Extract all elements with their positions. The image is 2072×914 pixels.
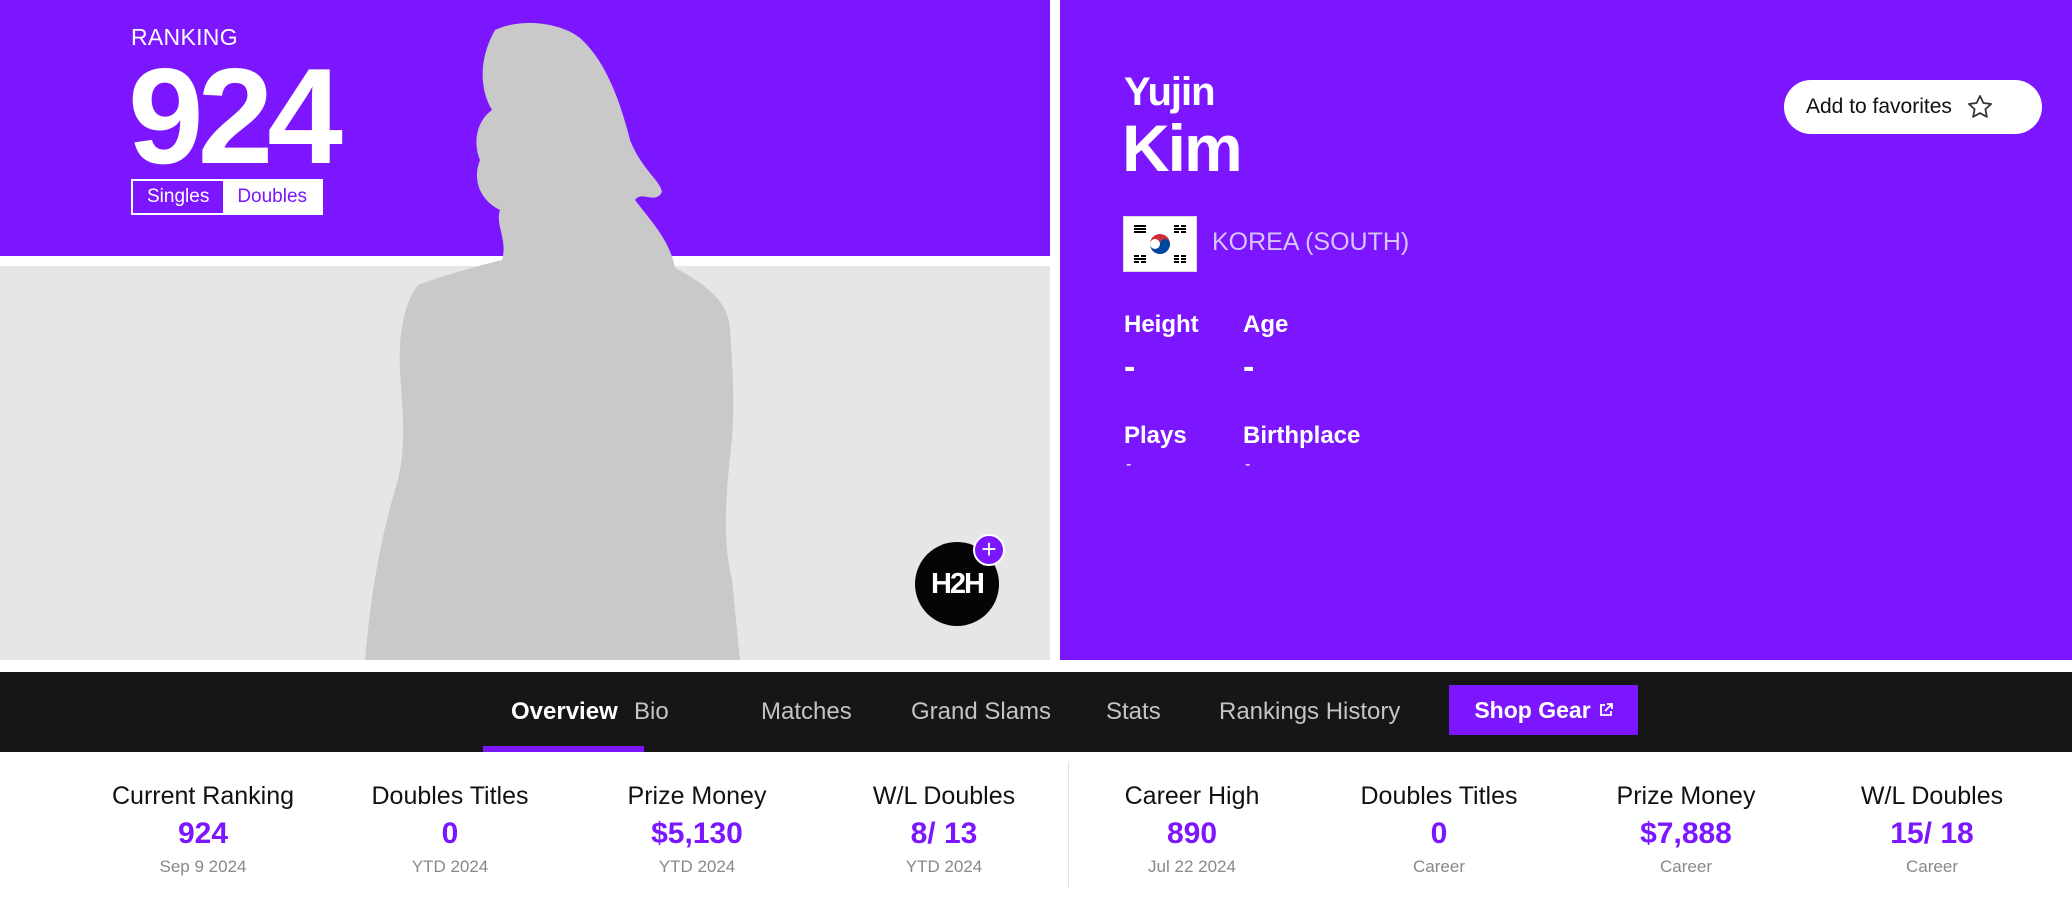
stat-value: 8/ 13 [910,817,978,850]
stat-label: Prize Money [1616,782,1756,810]
stat-wl-doubles-ytd: W/L Doubles 8/ 13 YTD 2024 [824,782,1064,877]
stat-current-ranking: Current Ranking 924 Sep 9 2024 [83,782,323,877]
age-label: Age [1243,311,1289,338]
stats-summary: Current Ranking 924 Sep 9 2024 Doubles T… [0,752,2072,914]
stat-label: W/L Doubles [872,782,1016,810]
stat-doubles-titles-ytd: Doubles Titles 0 YTD 2024 [330,782,570,877]
player-country: KOREA (SOUTH) [1212,228,1410,256]
toggle-singles[interactable]: Singles [133,181,224,213]
stat-doubles-titles-career: Doubles Titles 0 Career [1319,782,1559,877]
ranking-value: 924 [128,40,343,192]
stat-sub: YTD 2024 [905,857,983,876]
toggle-doubles[interactable]: Doubles [223,181,322,213]
tab-bio[interactable]: Bio [634,672,669,752]
stat-value: $5,130 [651,817,743,850]
plus-icon[interactable]: + [973,534,1005,566]
stat-value: 0 [1430,817,1448,850]
plays-label: Plays [1124,422,1187,449]
profile-tab-bar: Overview Bio Matches Grand Slams Stats R… [0,672,2072,752]
stat-prize-money-career: Prize Money $7,888 Career [1566,782,1806,877]
height-label: Height [1124,311,1199,338]
stat-label: Current Ranking [111,782,295,810]
stat-label: Doubles Titles [1360,782,1518,810]
shop-gear-label: Shop Gear [1474,696,1591,723]
stat-sub: Career [1413,857,1465,876]
stat-sub: YTD 2024 [411,857,489,876]
tab-grand-slams[interactable]: Grand Slams [911,672,1051,752]
stat-sub: Career [1660,857,1712,876]
stat-sub: Career [1906,857,1958,876]
birthplace-value: - [1245,456,1251,473]
player-last-name: Kim [1122,111,1243,185]
add-to-favorites-button[interactable]: Add to favorites [1784,80,2042,134]
player-silhouette-image [365,23,740,660]
stat-sub: Jul 22 2024 [1148,857,1236,876]
tab-matches[interactable]: Matches [761,672,852,752]
tab-stats[interactable]: Stats [1106,672,1161,752]
stat-value: $7,888 [1640,817,1732,850]
star-icon [1967,95,1992,118]
ranking-type-toggle: Singles Doubles [131,179,324,215]
age-value: - [1243,348,1255,386]
stat-value: 15/ 18 [1890,817,1974,850]
birthplace-label: Birthplace [1243,422,1361,449]
stat-label: W/L Doubles [1860,782,2004,810]
tab-overview[interactable]: Overview [511,672,618,752]
stat-value: 924 [177,817,229,850]
player-hero: RANKING 924 Singles Doubles H2H + Yujin … [0,0,2072,672]
stat-value: 890 [1166,817,1218,850]
stat-label: Prize Money [627,782,767,810]
favorites-label: Add to favorites [1806,95,1952,118]
tab-rankings-history[interactable]: Rankings History [1219,672,1400,752]
external-link-icon [1599,703,1613,716]
stat-sub: YTD 2024 [658,857,736,876]
stat-label: Career High [1124,782,1260,810]
stats-divider [1068,762,1069,888]
stat-prize-money-ytd: Prize Money $5,130 YTD 2024 [577,782,817,877]
plays-value: - [1126,456,1132,473]
south-korea-flag-icon [1124,217,1196,271]
player-first-name: Yujin [1124,70,1216,114]
stat-wl-doubles-career: W/L Doubles 15/ 18 Career [1812,782,2052,877]
player-info-panel: Yujin Kim Add to favorites KOREA (SOUTH)… [1060,0,2072,660]
stat-sub: Sep 9 2024 [159,857,247,876]
height-value: - [1124,348,1136,386]
stat-label: Doubles Titles [371,782,529,810]
stat-career-high: Career High 890 Jul 22 2024 [1072,782,1312,877]
shop-gear-button[interactable]: Shop Gear [1449,685,1638,735]
stat-value: 0 [441,817,459,850]
